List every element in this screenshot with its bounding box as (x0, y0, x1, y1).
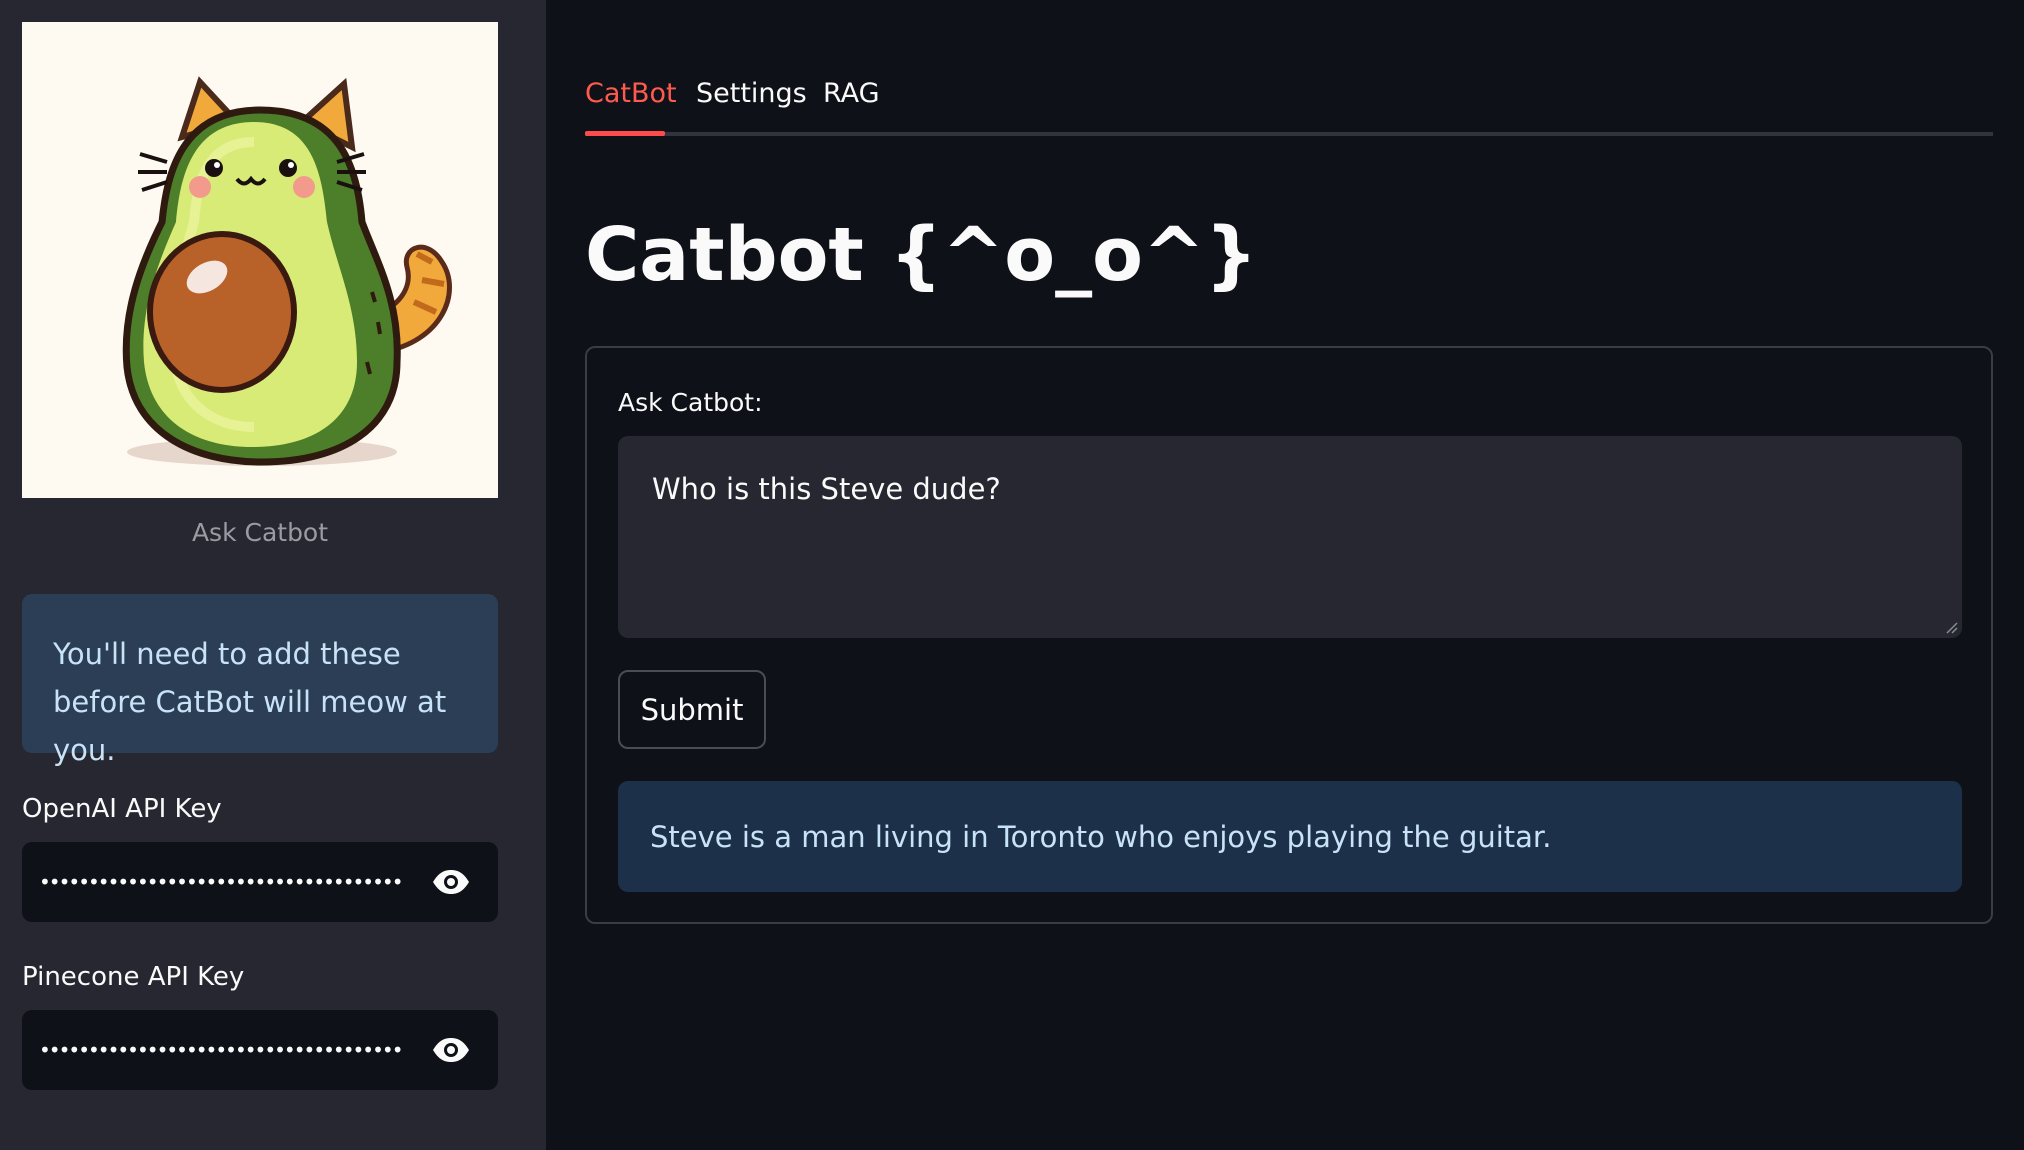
tab-settings[interactable]: Settings (696, 78, 807, 109)
answer-text: Steve is a man living in Toronto who enj… (650, 819, 1552, 854)
tab-bar: CatBot Settings RAG (585, 68, 1993, 138)
page-title: Catbot {^o_o^} (585, 212, 1258, 298)
catbot-logo-image (22, 22, 498, 498)
tab-catbot[interactable]: CatBot (585, 78, 677, 109)
pinecone-api-key-input[interactable]: ••••••••••••••••••••••••••••••••••••••••… (22, 1010, 498, 1090)
eye-icon (433, 870, 469, 894)
avocado-cat-illustration (122, 76, 452, 466)
show-password-toggle-pinecone[interactable] (430, 1030, 472, 1070)
active-tab-indicator (585, 131, 665, 136)
submit-button[interactable]: Submit (618, 670, 766, 749)
ask-catbot-form: Ask Catbot: Who is this Steve dude? Subm… (585, 346, 1993, 924)
openai-api-key-input[interactable]: ••••••••••••••••••••••••••••••••••••••••… (22, 842, 498, 922)
openai-api-key-label: OpenAI API Key (22, 794, 222, 824)
question-text: Who is this Steve dude? (652, 472, 1001, 506)
logo-caption: Ask Catbot (191, 518, 329, 547)
pinecone-api-key-value: ••••••••••••••••••••••••••••••••••••••••… (39, 1038, 404, 1062)
sidebar: Ask Catbot You'll need to add these befo… (0, 0, 546, 1150)
question-textarea[interactable]: Who is this Steve dude? (618, 436, 1962, 638)
answer-info-box: Steve is a man living in Toronto who enj… (618, 781, 1962, 892)
pinecone-api-key-label: Pinecone API Key (22, 962, 245, 992)
eye-icon (433, 1038, 469, 1062)
app-root: Ask Catbot You'll need to add these befo… (0, 0, 2024, 1150)
api-key-info-alert: You'll need to add these before CatBot w… (22, 594, 498, 767)
resize-handle-icon[interactable] (1944, 620, 1958, 634)
show-password-toggle-openai[interactable] (430, 862, 472, 902)
tab-rag[interactable]: RAG (823, 78, 880, 109)
openai-api-key-value: ••••••••••••••••••••••••••••••••••••••••… (39, 870, 404, 894)
question-label: Ask Catbot: (618, 388, 763, 417)
tab-track (585, 132, 1993, 136)
